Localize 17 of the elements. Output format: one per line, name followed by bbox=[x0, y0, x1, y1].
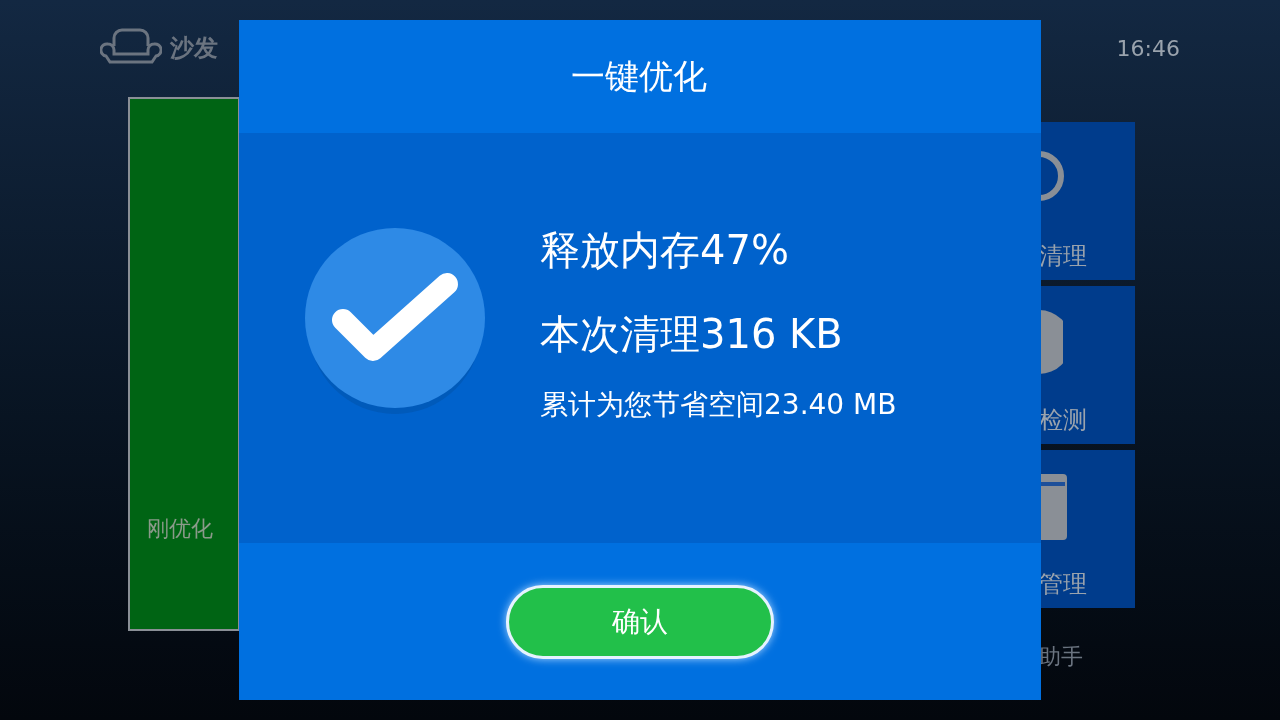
feature-tile[interactable]: 管理 bbox=[1039, 450, 1135, 608]
feature-tile[interactable]: 清理 bbox=[1039, 122, 1135, 280]
box-icon bbox=[1039, 474, 1067, 540]
result-text: 释放内存47% bbox=[540, 226, 790, 275]
dialog-title: 一键优化 bbox=[571, 55, 707, 98]
optimize-tile[interactable]: 刚优化 bbox=[128, 97, 240, 631]
feature-tile[interactable]: 检测 bbox=[1039, 286, 1135, 444]
result-text: 本次清理316 KB bbox=[540, 310, 844, 359]
confirm-button[interactable]: 确认 bbox=[506, 584, 774, 659]
tile-label: 检测 bbox=[1039, 405, 1088, 436]
clock-time: 16:46 bbox=[1116, 34, 1180, 63]
tile-label: 清理 bbox=[1039, 241, 1088, 272]
result-text: 累计为您节省空间23.40 MB bbox=[540, 387, 897, 423]
tile-label: 管理 bbox=[1039, 569, 1088, 600]
tile-label: 刚优化 bbox=[147, 515, 213, 543]
brand-name: 沙发 bbox=[170, 33, 218, 64]
tile-label: 助手 bbox=[1039, 643, 1084, 671]
